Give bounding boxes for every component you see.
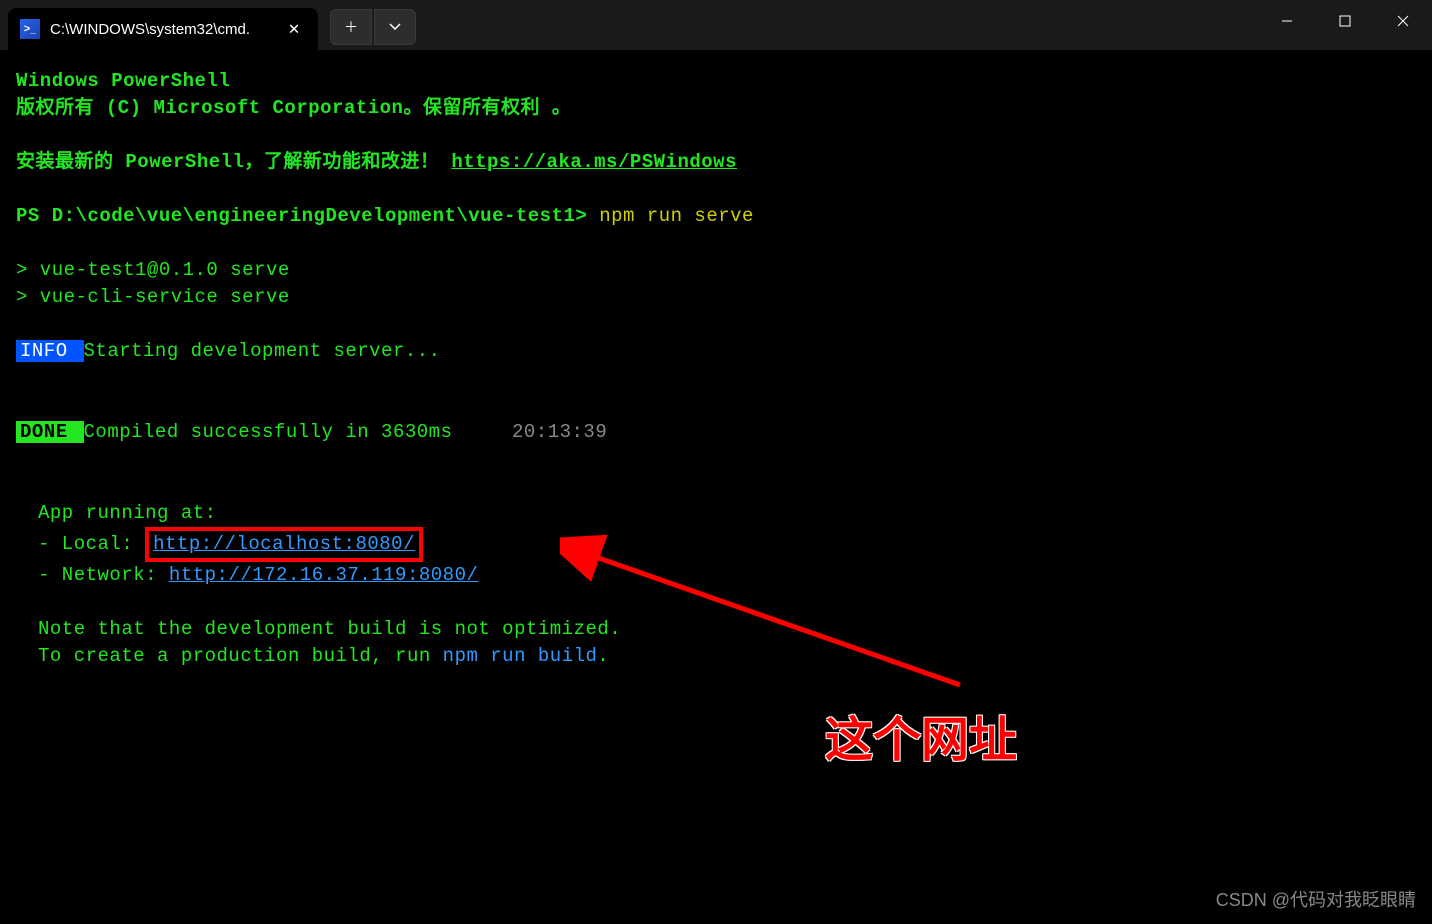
note-2: To create a production build, run npm ru… xyxy=(16,643,1416,670)
maximize-button[interactable] xyxy=(1316,0,1374,42)
local-line: - Local: http://localhost:8080/ xyxy=(16,527,1416,562)
done-text: Compiled successfully in 3630ms xyxy=(84,421,453,443)
script-line-1: > vue-test1@0.1.0 serve xyxy=(16,257,1416,284)
close-tab-icon[interactable]: ✕ xyxy=(282,17,306,41)
annotation-text: 这个网址 xyxy=(825,700,1017,770)
titlebar: >_ C:\WINDOWS\system32\cmd. ✕ ＋ xyxy=(0,0,1432,50)
tab-actions: ＋ xyxy=(330,9,416,45)
network-url[interactable]: http://172.16.37.119:8080/ xyxy=(169,564,478,586)
command: npm run serve xyxy=(599,205,754,227)
ps-install-msg: 安装最新的 PowerShell，了解新功能和改进！ https://aka.m… xyxy=(16,149,1416,176)
window-controls xyxy=(1258,0,1432,42)
npm-build-cmd: npm run build xyxy=(443,645,598,667)
ps-install-link[interactable]: https://aka.ms/PSWindows xyxy=(451,151,737,173)
network-label: - Network: xyxy=(38,564,169,586)
prompt: PS D:\code\vue\engineeringDevelopment\vu… xyxy=(16,205,587,227)
terminal-output[interactable]: Windows PowerShell 版权所有 (C) Microsoft Co… xyxy=(0,50,1432,688)
powershell-icon: >_ xyxy=(20,19,40,39)
new-tab-button[interactable]: ＋ xyxy=(330,9,372,45)
minimize-button[interactable] xyxy=(1258,0,1316,42)
local-label: - Local: xyxy=(38,533,145,555)
note-1: Note that the development build is not o… xyxy=(16,616,1416,643)
watermark: CSDN @代码对我眨眼睛 xyxy=(1216,886,1416,912)
ps-header: Windows PowerShell xyxy=(16,68,1416,95)
done-line: DONE Compiled successfully in 3630ms 20:… xyxy=(16,419,1416,446)
ps-copyright: 版权所有 (C) Microsoft Corporation。保留所有权利 。 xyxy=(16,95,1416,122)
close-window-button[interactable] xyxy=(1374,0,1432,42)
local-url-highlighted[interactable]: http://localhost:8080/ xyxy=(145,527,423,562)
done-time: 20:13:39 xyxy=(464,421,607,443)
info-line: INFO Starting development server... xyxy=(16,338,1416,365)
network-line: - Network: http://172.16.37.119:8080/ xyxy=(16,562,1416,589)
done-badge: DONE xyxy=(16,421,84,443)
tab-active[interactable]: >_ C:\WINDOWS\system32\cmd. ✕ xyxy=(8,8,318,50)
info-badge: INFO xyxy=(16,340,84,362)
tab-dropdown-button[interactable] xyxy=(374,9,416,45)
app-running: App running at: xyxy=(16,500,1416,527)
script-line-2: > vue-cli-service serve xyxy=(16,284,1416,311)
info-text: Starting development server... xyxy=(84,340,441,362)
prompt-line: PS D:\code\vue\engineeringDevelopment\vu… xyxy=(16,203,1416,230)
tab-title: C:\WINDOWS\system32\cmd. xyxy=(50,21,272,38)
